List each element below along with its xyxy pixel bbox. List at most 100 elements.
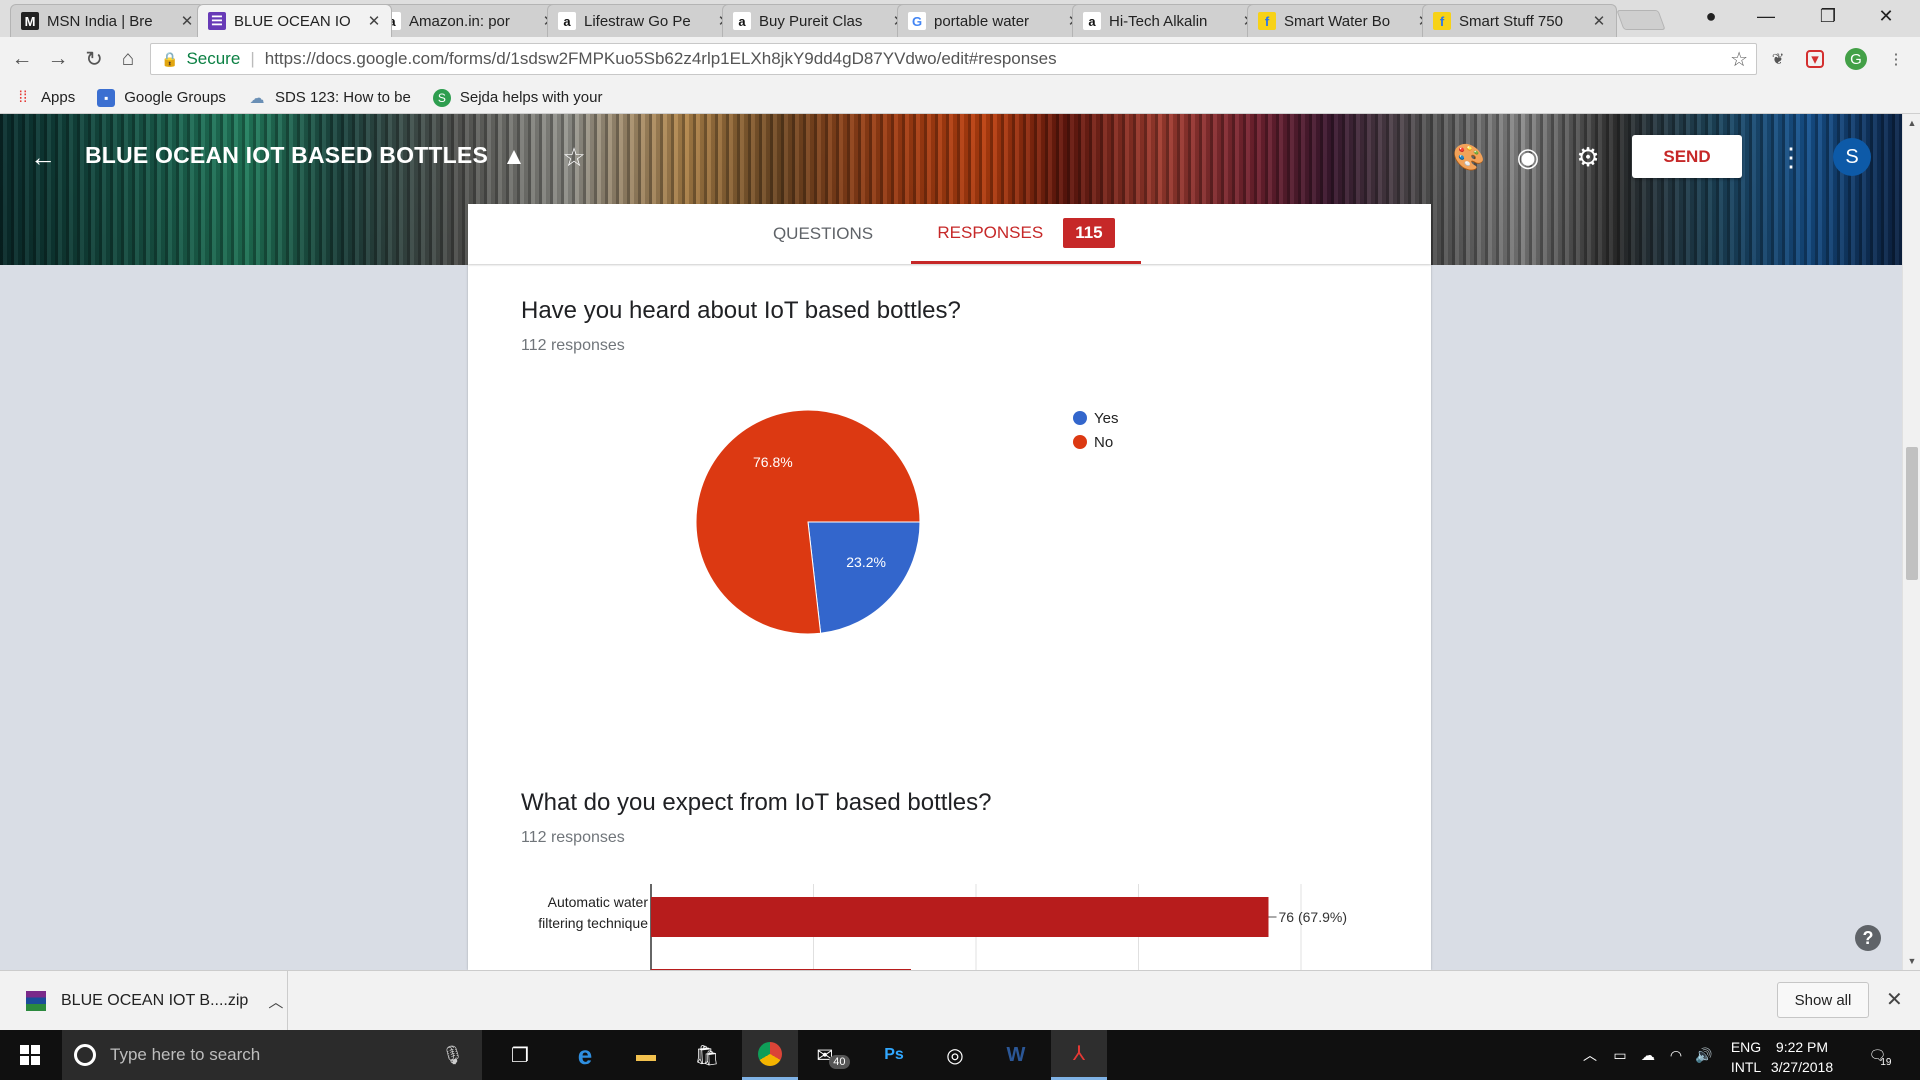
- page-scrollbar[interactable]: ▲ ▼: [1902, 114, 1920, 970]
- notification-center-icon[interactable]: 🗨 19: [1860, 1030, 1900, 1080]
- new-tab-button[interactable]: [1616, 10, 1666, 30]
- grammarly-extension-icon[interactable]: G: [1845, 48, 1867, 70]
- store-icon[interactable]: 🛍: [679, 1030, 735, 1080]
- start-button[interactable]: [0, 1030, 60, 1080]
- home-icon[interactable]: ⌂: [114, 45, 142, 73]
- volume-icon[interactable]: 🔊: [1692, 1030, 1716, 1080]
- bar: [651, 897, 1269, 937]
- help-icon[interactable]: ?: [1855, 925, 1881, 951]
- cortana-icon: [74, 1044, 96, 1066]
- acrobat-icon[interactable]: ⅄: [1051, 1030, 1107, 1080]
- search-placeholder: Type here to search: [110, 1045, 261, 1064]
- battery-icon[interactable]: ▭: [1608, 1030, 1632, 1080]
- media-player-icon[interactable]: ◎: [927, 1030, 983, 1080]
- avatar[interactable]: S: [1833, 138, 1871, 176]
- bookmarks-bar: ⁞⁞ Apps ▪ Google Groups ☁ SDS 123: How t…: [0, 82, 1920, 114]
- edge-icon[interactable]: e: [557, 1030, 613, 1080]
- close-window-button[interactable]: ✕: [1858, 0, 1914, 32]
- extension-leaf-icon[interactable]: ❦: [1767, 48, 1789, 70]
- restore-button[interactable]: ❐: [1800, 0, 1856, 32]
- responses-card: Have you heard about IoT based bottles? …: [468, 264, 1431, 970]
- minimize-button[interactable]: —: [1738, 0, 1794, 32]
- browser-tab[interactable]: aHi-Tech Alkalin✕: [1072, 4, 1267, 37]
- chrome-icon[interactable]: [742, 1030, 798, 1080]
- onedrive-icon[interactable]: ☁: [1636, 1030, 1660, 1080]
- download-item[interactable]: BLUE OCEAN IOT B....zip ︿: [0, 971, 288, 1031]
- browser-tab[interactable]: aBuy Pureit Clas✕: [722, 4, 917, 37]
- browser-tab[interactable]: fSmart Water Bo✕: [1247, 4, 1442, 37]
- amazon-icon: a: [1083, 12, 1101, 30]
- browser-tab[interactable]: f Smart Stuff 750 ✕: [1422, 4, 1617, 37]
- bookmark-apps[interactable]: ⁞⁞ Apps: [14, 89, 76, 107]
- download-bar: BLUE OCEAN IOT B....zip ︿ Show all ✕: [0, 970, 1920, 1031]
- browser-tab[interactable]: aLifestraw Go Pe✕: [547, 4, 742, 37]
- photoshop-icon[interactable]: Ps: [866, 1030, 922, 1080]
- legend-item-yes: Yes: [1073, 406, 1118, 430]
- task-view-icon[interactable]: ❐: [492, 1030, 548, 1080]
- browser-tab[interactable]: aAmazon.in: por✕: [372, 4, 567, 37]
- pocket-extension-icon[interactable]: ▾: [1806, 50, 1824, 68]
- lang-layout: INTL: [1730, 1059, 1762, 1075]
- form-title: BLUE OCEAN IOT BASED BOTTLES: [85, 142, 489, 168]
- browser-tab[interactable]: M MSN India | Bre ✕: [10, 4, 205, 37]
- taskbar-clock[interactable]: 9:22 PM 3/27/2018: [1762, 1037, 1842, 1077]
- close-tab-icon[interactable]: ✕: [1592, 12, 1606, 30]
- star-icon[interactable]: ☆: [557, 140, 591, 174]
- download-filename: BLUE OCEAN IOT B....zip: [61, 992, 249, 1009]
- profile-icon[interactable]: ●: [1683, 0, 1739, 32]
- word-icon[interactable]: W: [988, 1030, 1044, 1080]
- browser-tab[interactable]: ☰ BLUE OCEAN IO ✕: [197, 4, 392, 37]
- tab-title: Hi-Tech Alkalin: [1109, 12, 1208, 30]
- legend-label: No: [1094, 433, 1114, 451]
- bar-chart-svg: 76 (67.9%): [650, 884, 1347, 970]
- lock-icon: 🔒: [161, 50, 179, 67]
- tab-title: Buy Pureit Clas: [759, 12, 863, 30]
- close-tab-icon[interactable]: ✕: [367, 12, 381, 30]
- taskbar-search[interactable]: Type here to search 🎙: [62, 1030, 482, 1080]
- chrome-menu-icon[interactable]: ⋮: [1885, 48, 1907, 70]
- palette-icon[interactable]: 🎨: [1452, 140, 1486, 174]
- show-all-button[interactable]: Show all: [1777, 982, 1869, 1018]
- bookmark-label: Google Groups: [124, 89, 226, 106]
- close-icon[interactable]: ✕: [1886, 987, 1903, 1012]
- close-tab-icon[interactable]: ✕: [180, 12, 194, 30]
- send-button[interactable]: SEND: [1632, 135, 1742, 178]
- bookmark-label: SDS 123: How to be: [274, 89, 411, 106]
- more-options-icon[interactable]: ⋮: [1774, 140, 1808, 174]
- legend-label: Yes: [1094, 409, 1119, 427]
- bookmark-sejda[interactable]: S Sejda helps with your: [432, 88, 602, 107]
- wifi-icon[interactable]: ◠: [1664, 1030, 1688, 1080]
- forward-arrow-icon[interactable]: →: [44, 45, 72, 73]
- preview-eye-icon[interactable]: ◉: [1511, 140, 1545, 174]
- url-text[interactable]: https://docs.google.com/forms/d/1sdsw2FM…: [265, 49, 1057, 69]
- drive-icon[interactable]: ▲: [497, 140, 531, 174]
- address-bar[interactable]: 🔒 Secure | https://docs.google.com/forms…: [150, 43, 1757, 75]
- tray-chevron-icon[interactable]: ︿: [1580, 1030, 1600, 1080]
- tab-responses[interactable]: RESPONSES 115: [911, 204, 1141, 264]
- sejda-icon: S: [432, 88, 451, 107]
- back-arrow-icon[interactable]: ←: [26, 140, 60, 174]
- bookmark-star-icon[interactable]: ☆: [1730, 47, 1748, 72]
- windows-taskbar: Type here to search 🎙 ❐ e ▬ 🛍 ✉ 40 Ps ◎ W…: [0, 1030, 1920, 1080]
- bookmark-google-groups[interactable]: ▪ Google Groups: [97, 88, 226, 107]
- microphone-icon[interactable]: 🎙: [441, 1045, 464, 1066]
- reload-icon[interactable]: ↻: [80, 45, 108, 73]
- scroll-down-arrow-icon[interactable]: ▼: [1903, 956, 1920, 966]
- bookmark-sds-123[interactable]: ☁ SDS 123: How to be: [248, 89, 411, 107]
- tab-questions[interactable]: QUESTIONS: [758, 204, 888, 264]
- pie-legend: Yes No: [1073, 406, 1118, 454]
- mail-icon[interactable]: ✉ 40: [805, 1030, 861, 1080]
- browser-tab-strip: MMSN India | Bre✕☰BLUE OCEAN IO✕aAmazon.…: [0, 0, 1920, 37]
- browser-tab[interactable]: Gportable water✕: [897, 4, 1092, 37]
- back-arrow-icon[interactable]: ←: [8, 45, 36, 73]
- flipkart-icon: f: [1433, 12, 1451, 30]
- flipkart-icon: f: [1258, 12, 1276, 30]
- settings-gear-icon[interactable]: ⚙: [1571, 140, 1605, 174]
- language-indicator[interactable]: ENG INTL: [1728, 1037, 1764, 1077]
- scroll-up-arrow-icon[interactable]: ▲: [1903, 118, 1920, 128]
- msn-icon: M: [21, 12, 39, 30]
- scrollbar-thumb[interactable]: [1906, 447, 1918, 580]
- tab-title: Smart Water Bo: [1284, 12, 1391, 30]
- file-explorer-icon[interactable]: ▬: [618, 1030, 674, 1080]
- chevron-up-icon[interactable]: ︿: [268, 991, 283, 1012]
